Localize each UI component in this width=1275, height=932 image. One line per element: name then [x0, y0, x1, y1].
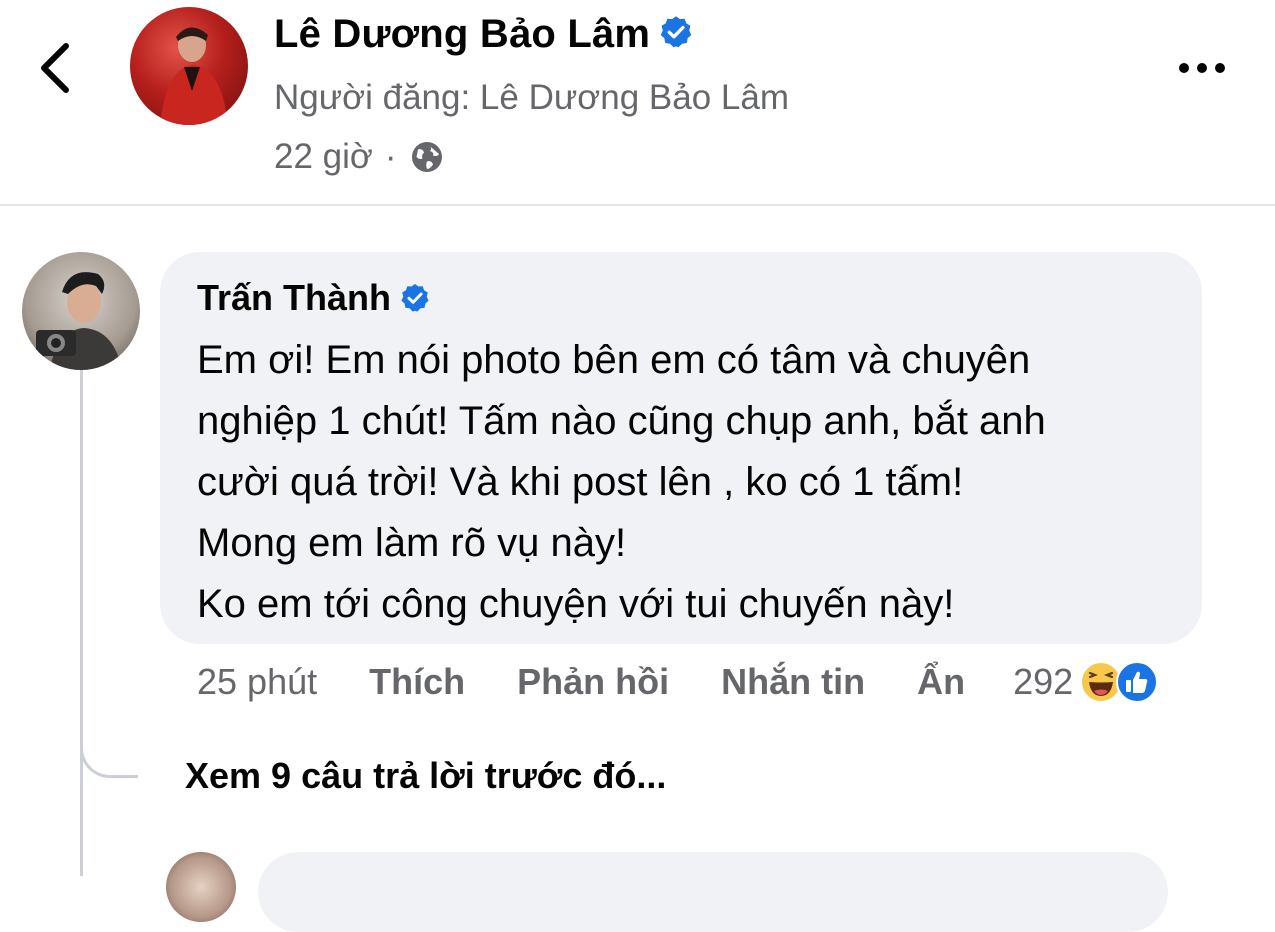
commenter-avatar[interactable] [22, 252, 140, 370]
comment-line: Mong em làm rõ vụ này! [197, 521, 627, 565]
like-button[interactable]: Thích [369, 661, 465, 703]
poster-line: Người đăng: Lê Dương Bảo Lâm [274, 78, 789, 117]
more-options-icon[interactable] [1172, 56, 1232, 80]
message-button[interactable]: Nhắn tin [721, 661, 865, 703]
post-time[interactable]: 22 giờ [274, 137, 373, 177]
verified-badge-icon [660, 16, 692, 48]
back-chevron-icon[interactable] [36, 40, 76, 96]
header-divider [0, 204, 1275, 206]
post-meta: 22 giờ · [274, 137, 445, 177]
post-author-name-text[interactable]: Lê Dương Bảo Lâm [274, 12, 650, 56]
commenter-name[interactable]: Trấn Thành [197, 277, 431, 319]
post-author-name[interactable]: Lê Dương Bảo Lâm [274, 12, 694, 57]
meta-separator: · [384, 137, 397, 176]
comment-time[interactable]: 25 phút [197, 661, 317, 703]
reaction-count[interactable]: 292 [1013, 661, 1073, 703]
comment-line: Em ơi! Em nói photo bên em có tâm và chu… [197, 338, 1031, 382]
comment-text: Em ơi! Em nói photo bên em có tâm và chu… [197, 330, 1046, 635]
like-reaction-icon [1116, 661, 1159, 703]
reaction-icons[interactable] [1079, 660, 1159, 704]
reply-bubble [258, 852, 1168, 932]
verified-badge-icon [401, 284, 429, 312]
comment-line: cười quá trời! Và khi post lên , ko có 1… [197, 460, 964, 504]
view-previous-replies-link[interactable]: Xem 9 câu trả lời trước đó... [185, 755, 666, 797]
post-author-avatar[interactable] [130, 7, 248, 125]
hide-button[interactable]: Ẩn [917, 661, 965, 703]
thread-connector [80, 700, 138, 778]
globe-icon[interactable] [409, 139, 445, 175]
comment-line: nghiệp 1 chút! Tấm nào cũng chụp anh, bắ… [197, 399, 1046, 443]
thread-line [80, 370, 83, 876]
reply-avatar[interactable] [166, 852, 236, 922]
comment-actions: 25 phút Thích Phản hồi Nhắn tin Ẩn 292 [197, 660, 1159, 704]
reply-button[interactable]: Phản hồi [517, 661, 669, 703]
commenter-name-text[interactable]: Trấn Thành [197, 277, 391, 318]
comment-line: Ko em tới công chuyện với tui chuyến này… [197, 582, 955, 626]
